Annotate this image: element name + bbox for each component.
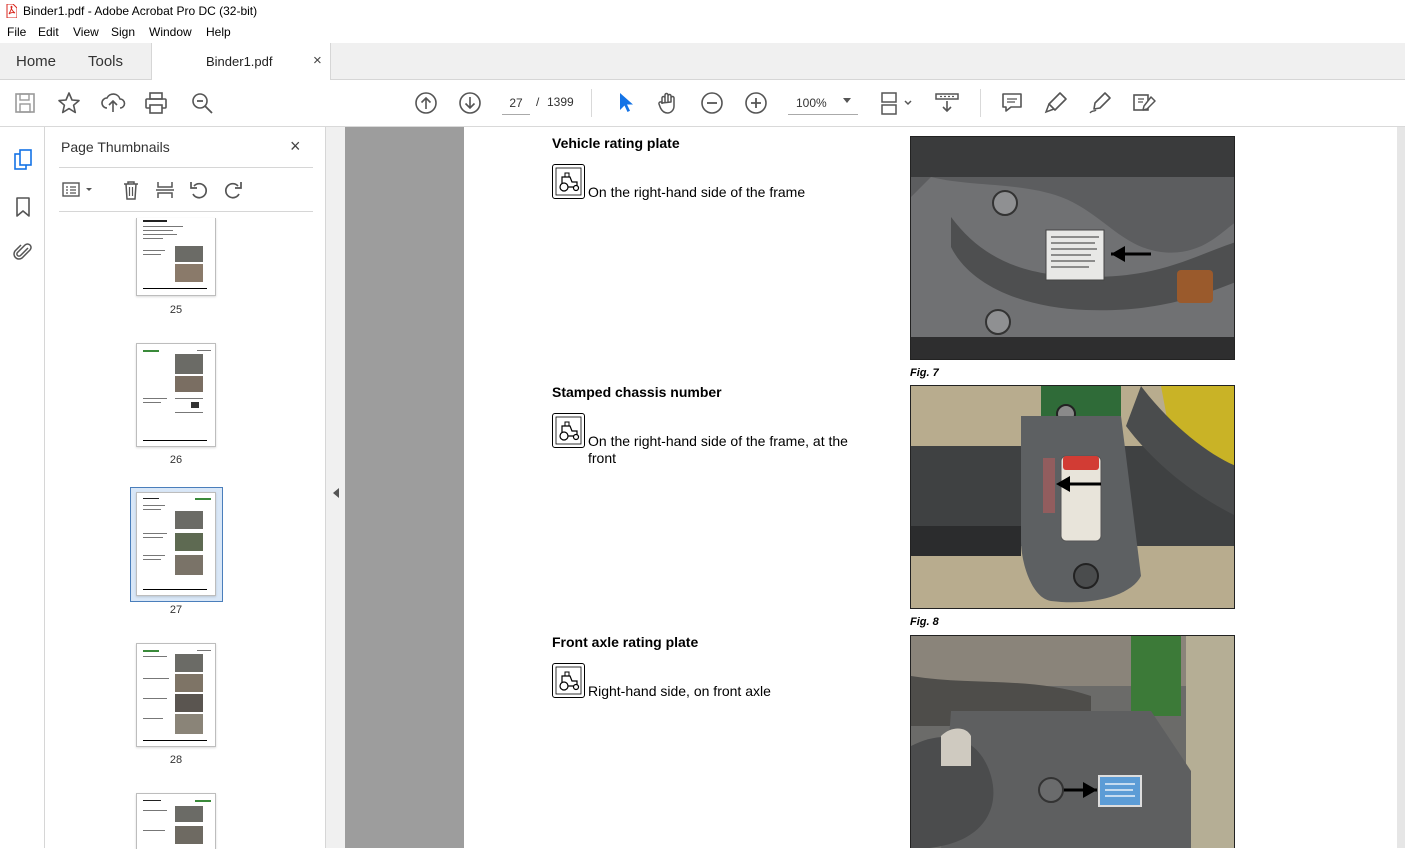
page-down-icon[interactable] [457, 90, 483, 116]
zoom-out-icon[interactable] [699, 90, 725, 116]
thumbnail-page[interactable] [136, 793, 216, 849]
zoom-select[interactable]: 100% [788, 91, 858, 115]
page-up-icon[interactable] [413, 90, 439, 116]
section-title: Vehicle rating plate [552, 135, 680, 151]
section-title: Stamped chassis number [552, 384, 722, 400]
tractor-icon [552, 164, 585, 199]
thumbnail-page-number: 26 [169, 454, 183, 466]
title-bar: Binder1.pdf - Adobe Acrobat Pro DC (32-b… [0, 0, 1405, 22]
tab-home[interactable]: Home [16, 53, 56, 70]
thumbnail-page-number: 27 [169, 604, 183, 616]
figure-image [910, 385, 1235, 609]
panel-divider [59, 167, 313, 168]
zoom-value: 100% [796, 96, 827, 110]
tab-bar: Home Tools Binder1.pdf × [0, 43, 1405, 80]
edit-pdf-icon[interactable] [1131, 90, 1157, 116]
thumbnail-page-number: 25 [169, 304, 183, 316]
tractor-icon [552, 663, 585, 698]
tab-document[interactable]: Binder1.pdf × [151, 43, 331, 80]
pdf-page: Vehicle rating plate On the right-hand s… [464, 127, 1397, 848]
chevron-down-icon [843, 98, 851, 103]
save-icon[interactable] [12, 90, 38, 116]
bookmark-star-icon[interactable] [56, 90, 82, 116]
thumbnail-page[interactable] [136, 343, 216, 447]
highlight-icon[interactable] [1043, 90, 1069, 116]
thumbnail-page[interactable] [136, 218, 216, 296]
hand-icon[interactable] [655, 90, 681, 116]
fit-page-icon[interactable] [878, 90, 914, 116]
document-scrollbar[interactable] [1397, 127, 1405, 848]
select-cursor-icon[interactable] [612, 90, 638, 116]
tab-document-label: Binder1.pdf [206, 54, 273, 69]
close-icon[interactable]: × [290, 136, 301, 157]
thumbnail-options-icon[interactable] [61, 179, 95, 201]
menu-file[interactable]: File [7, 25, 26, 39]
figure-caption: Fig. 7 [910, 367, 939, 379]
upload-icon[interactable] [100, 90, 126, 116]
collapse-panel-icon[interactable] [333, 488, 339, 498]
figure-image [910, 635, 1235, 848]
figure-image [910, 136, 1235, 360]
extract-page-icon[interactable] [154, 179, 176, 201]
section-text: On the right-hand side of the frame [588, 184, 806, 200]
tractor-icon [552, 413, 585, 448]
rotate-left-icon[interactable] [188, 179, 210, 201]
page-number-input[interactable]: 27 [502, 91, 530, 115]
menu-view[interactable]: View [73, 25, 99, 39]
search-zoom-icon[interactable] [189, 90, 215, 116]
close-tab-icon[interactable]: × [313, 52, 322, 69]
menu-window[interactable]: Window [149, 25, 192, 39]
thumbnail-page-selected[interactable] [136, 492, 216, 596]
toolbar-divider [591, 89, 592, 117]
delete-page-icon[interactable] [120, 179, 142, 201]
menu-help[interactable]: Help [206, 25, 231, 39]
figure-caption: Fig. 8 [910, 616, 939, 628]
page-total: 1399 [547, 95, 574, 109]
thumbnail-page[interactable] [136, 643, 216, 747]
bookmarks-icon[interactable] [11, 195, 35, 219]
attachments-icon[interactable] [11, 240, 35, 264]
panel-title: Page Thumbnails [61, 139, 170, 155]
page-separator: / [536, 95, 540, 109]
toolbar-divider [980, 89, 981, 117]
navigation-rail [0, 127, 45, 848]
fill-sign-icon[interactable] [1087, 90, 1113, 116]
document-viewport[interactable]: Vehicle rating plate On the right-hand s… [345, 127, 1405, 848]
section-title: Front axle rating plate [552, 634, 699, 650]
pdf-icon [6, 4, 17, 18]
panel-divider [59, 211, 313, 212]
section-text: Right-hand side, on front axle [588, 683, 771, 699]
panel-splitter[interactable] [325, 127, 345, 848]
page-thumbnails-panel: Page Thumbnails × 25 26 27 28 [45, 127, 363, 849]
print-icon[interactable] [143, 90, 169, 116]
section-text: On the right-hand side of the frame, at … [588, 433, 848, 466]
comment-icon[interactable] [999, 90, 1025, 116]
rotate-right-icon[interactable] [222, 179, 244, 201]
scroll-mode-icon[interactable] [934, 90, 960, 116]
zoom-in-icon[interactable] [743, 90, 769, 116]
window-title: Binder1.pdf - Adobe Acrobat Pro DC (32-b… [23, 4, 258, 18]
thumbnail-page-number: 28 [169, 754, 183, 766]
menu-edit[interactable]: Edit [38, 25, 59, 39]
page-thumbnails-icon[interactable] [11, 148, 35, 172]
tab-tools[interactable]: Tools [88, 53, 123, 70]
menu-bar: File Edit View Sign Window Help [0, 22, 1405, 43]
menu-sign[interactable]: Sign [111, 25, 135, 39]
